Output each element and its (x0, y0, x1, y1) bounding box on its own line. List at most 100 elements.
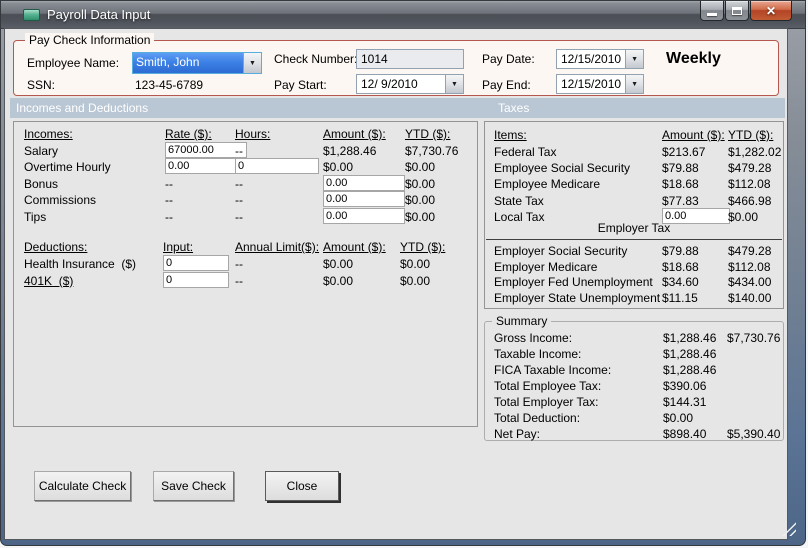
table-cell: $0.00 (400, 273, 431, 288)
table-cell: Net Pay: (494, 427, 541, 441)
table-cell: Employer Social Security (494, 244, 628, 258)
check-number-field[interactable] (356, 49, 464, 69)
table-cell: Federal Tax (494, 144, 557, 159)
taxes-section-header: Taxes (498, 101, 530, 115)
title-bar[interactable]: Payroll Data Input ✕ (1, 1, 805, 29)
app-icon (23, 9, 40, 21)
table-cell: $390.06 (663, 379, 707, 393)
cell-input[interactable] (662, 208, 730, 225)
table-cell: $1,282.02 (728, 144, 782, 159)
save-check-button[interactable]: Save Check (153, 471, 234, 501)
pay-end-value: 12/15/2010 (561, 77, 622, 91)
ssn-label: SSN: (27, 78, 56, 92)
column-header: Rate ($): (165, 127, 212, 141)
table-cell: -- (235, 209, 243, 224)
table-cell: Commissions (24, 193, 97, 207)
table-cell: Employee Medicare (494, 177, 601, 192)
maximize-button[interactable] (725, 1, 749, 21)
table-cell: $479.28 (728, 244, 772, 258)
employee-name-combobox[interactable]: Smith, John ▼ (132, 52, 262, 74)
section-header-band: Incomes and Deductions Taxes (10, 98, 785, 118)
cell-input[interactable] (323, 191, 405, 207)
pay-frequency-label: Weekly (666, 50, 721, 67)
chevron-down-icon[interactable]: ▼ (625, 75, 643, 93)
column-header: YTD ($): (728, 128, 774, 142)
table-cell: $5,390.40 (727, 427, 781, 441)
window-title: Payroll Data Input (47, 7, 151, 22)
column-header: Amount ($): (323, 127, 386, 141)
table-cell: $11.15 (662, 290, 698, 305)
summary-legend: Summary (492, 314, 552, 328)
table-cell: Salary (24, 143, 59, 158)
table-cell: FICA Taxable Income: (494, 363, 612, 377)
table-cell: $0.00 (400, 257, 431, 271)
pay-date-value: 12/15/2010 (561, 52, 622, 66)
table-cell: 401K ($) (24, 273, 74, 288)
table-cell: $466.98 (728, 193, 772, 208)
table-cell: $0.00 (405, 176, 436, 191)
pay-start-datepicker[interactable]: 12/ 9/2010 ▼ (356, 74, 464, 94)
cell-input[interactable] (163, 255, 229, 271)
table-cell: Total Employer Tax: (494, 395, 599, 409)
table-cell: $79.88 (662, 244, 699, 258)
minimize-button[interactable] (700, 1, 724, 21)
close-window-button[interactable]: ✕ (750, 1, 792, 21)
table-cell: $0.00 (323, 273, 354, 288)
table-cell: $112.08 (728, 177, 771, 192)
pay-start-value: 12/ 9/2010 (361, 77, 418, 91)
cell-input[interactable] (323, 207, 405, 224)
check-number-label: Check Number: (274, 52, 358, 66)
table-cell: Bonus (24, 176, 59, 191)
pay-end-label: Pay End: (482, 78, 531, 92)
table-cell: -- (165, 209, 173, 224)
table-cell: -- (235, 273, 243, 288)
chevron-down-icon[interactable]: ▼ (445, 75, 463, 93)
column-header: Items: (494, 128, 527, 142)
pay-end-datepicker[interactable]: 12/15/2010 ▼ (556, 74, 644, 94)
close-button[interactable]: Close (265, 471, 339, 501)
column-header: Hours: (235, 127, 271, 141)
minimize-icon (707, 12, 717, 16)
incomes-section-header: Incomes and Deductions (16, 101, 149, 115)
table-cell: $79.88 (662, 160, 699, 175)
employee-name-label: Employee Name: (27, 56, 120, 70)
column-header: Annual Limit($): (235, 240, 320, 254)
table-cell: $140.00 (728, 290, 772, 305)
table-cell: $7,730.76 (727, 331, 781, 345)
payroll-window: Payroll Data Input ✕ Pay Check Informati… (0, 0, 806, 546)
paycheck-info-legend: Pay Check Information (25, 33, 155, 47)
close-icon: ✕ (765, 3, 777, 18)
chevron-down-icon[interactable]: ▼ (243, 53, 261, 73)
cell-input[interactable] (163, 271, 229, 288)
column-header: Input: (163, 240, 194, 254)
table-cell: Employer Fed Unemployment (494, 275, 653, 290)
column-header: Amount ($): (323, 240, 386, 254)
table-cell: $434.00 (728, 275, 772, 290)
table-cell: -- (235, 257, 243, 271)
table-cell: -- (165, 176, 173, 191)
table-cell: -- (235, 143, 243, 158)
client-area: Pay Check Information Employee Name: Smi… (5, 29, 787, 539)
table-cell: -- (235, 193, 243, 207)
table-cell: Employee Social Security (494, 160, 631, 175)
table-cell: -- (165, 193, 173, 207)
table-cell: $1,288.46 (663, 347, 717, 361)
table-cell: $1,288.46 (663, 331, 717, 345)
cell-input[interactable] (323, 174, 405, 191)
chevron-down-icon[interactable]: ▼ (625, 50, 643, 68)
table-cell: $77.83 (662, 193, 699, 208)
pay-start-label: Pay Start: (274, 78, 327, 92)
employee-name-value: Smith, John (133, 53, 243, 73)
pay-date-datepicker[interactable]: 12/15/2010 ▼ (556, 49, 644, 69)
table-cell: Employer Medicare (494, 259, 598, 274)
table-cell: $0.00 (323, 160, 354, 174)
table-cell: Local Tax (494, 210, 545, 225)
table-cell: -- (235, 176, 243, 191)
table-cell: $213.67 (662, 144, 706, 159)
column-header: YTD ($): (405, 127, 451, 141)
table-cell: Health Insurance ($) (24, 257, 137, 271)
calculate-check-button[interactable]: Calculate Check (34, 471, 131, 501)
cell-input[interactable] (235, 158, 319, 174)
table-cell: $0.00 (405, 209, 436, 224)
table-cell: $0.00 (405, 193, 436, 207)
